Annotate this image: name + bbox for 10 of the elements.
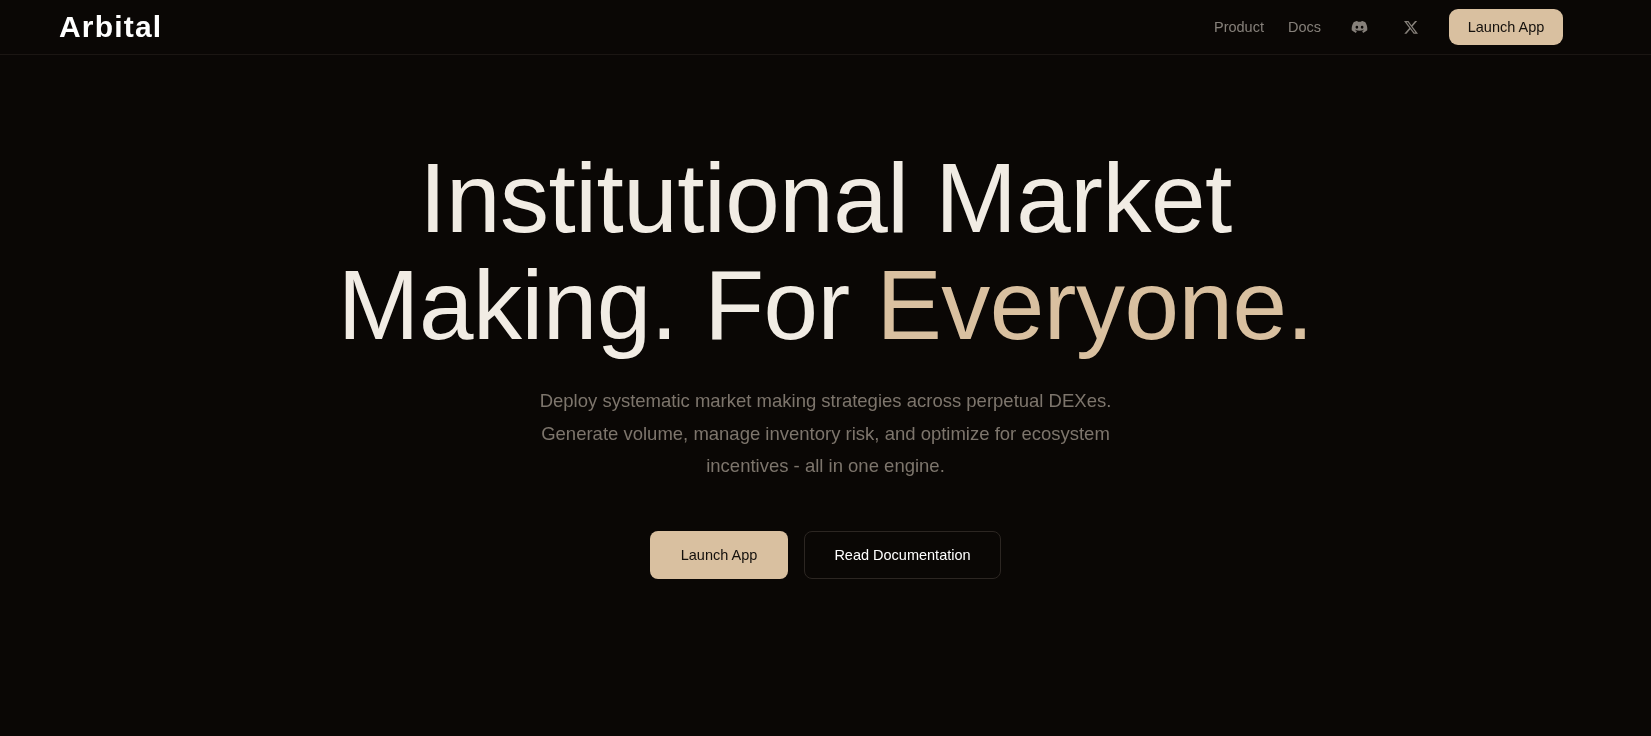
read-documentation-button[interactable]: Read Documentation: [804, 530, 1001, 579]
hero-subtitle: Deploy systematic market making strategies across perpetual DEXes. Generate volume, manage inventory risk, and optimize for ecosystem incentives - all in one engine.: [538, 389, 1113, 478]
nav-link[interactable]: Docs: [1287, 19, 1321, 35]
nav-link[interactable]: Product: [1213, 19, 1264, 35]
discord-icon[interactable]: [1351, 21, 1368, 33]
x-icon[interactable]: [1404, 20, 1418, 34]
hero-headline: Institutional Market Making. For Everyone.: [336, 145, 1315, 359]
launch-app-button[interactable]: Launch App: [650, 530, 788, 579]
logo-wordmark[interactable]: Arbital: [59, 12, 163, 42]
launch-app-button[interactable]: Launch App: [1449, 9, 1563, 45]
